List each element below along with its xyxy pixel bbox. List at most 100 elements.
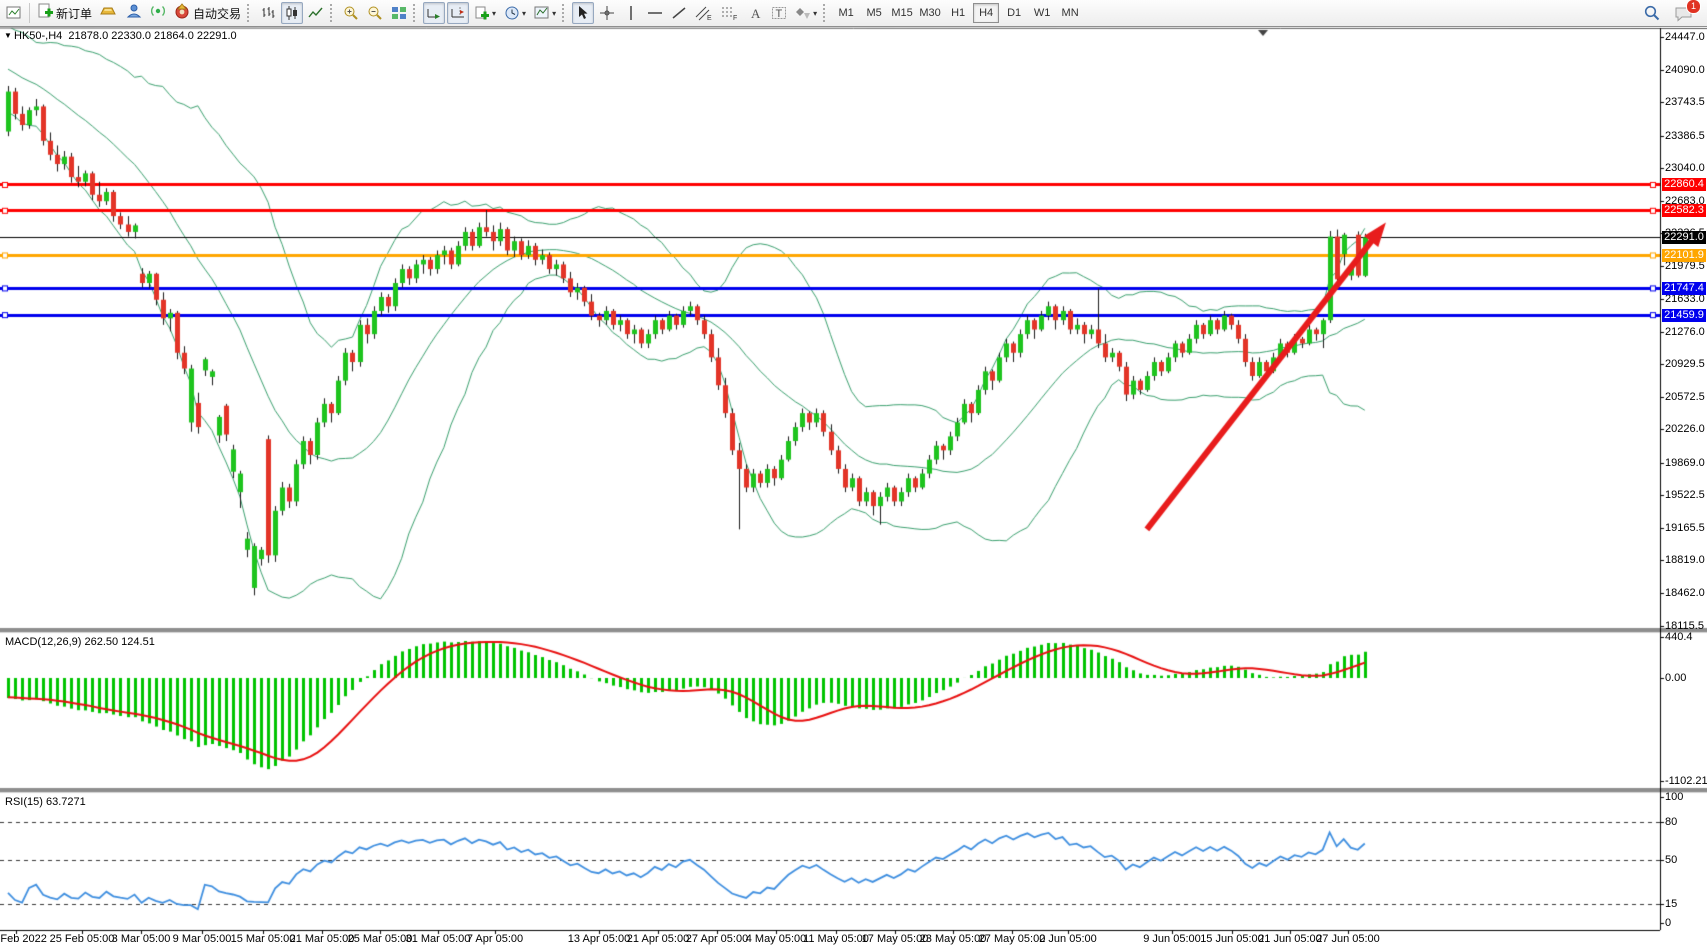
periods-button[interactable]: ▾	[501, 2, 529, 24]
price-axis-tick: 23386.5	[1665, 130, 1705, 142]
new-chart-icon[interactable]	[3, 2, 25, 24]
macd-axis-tick: 0.00	[1665, 672, 1686, 684]
time-axis-label: 27 Apr 05:00	[686, 933, 748, 945]
cursor-button[interactable]	[572, 2, 594, 24]
auto-scroll-button[interactable]	[423, 2, 445, 24]
hline-price-badge: 21459.9	[1662, 309, 1706, 322]
timeframe-m15-button[interactable]: M15	[889, 3, 915, 23]
shapes-button[interactable]: ▾	[792, 2, 820, 24]
time-axis-label: 23 May 05:00	[920, 933, 987, 945]
price-axis-tick: 21276.0	[1665, 326, 1705, 338]
zoom-out-button[interactable]	[364, 2, 386, 24]
price-axis-tick: 20572.5	[1665, 391, 1705, 403]
chart-symbol-period: HK50-,H4	[14, 30, 62, 42]
time-axis-label: 13 Apr 05:00	[568, 933, 630, 945]
hline-price-badge: 22101.9	[1662, 249, 1706, 262]
line-chart-button[interactable]	[305, 2, 327, 24]
time-axis-label: 11 May 05:00	[803, 933, 869, 945]
time-axis-label: 25 Feb 05:00	[50, 933, 115, 945]
timeframe-h1-button[interactable]: H1	[945, 3, 971, 23]
price-chart-canvas[interactable]	[0, 27, 1707, 947]
candle-chart-button[interactable]	[281, 2, 303, 24]
price-axis-tick: 23040.0	[1665, 162, 1705, 174]
timeframe-h4-button[interactable]: H4	[973, 3, 999, 23]
price-axis-tick: 20929.5	[1665, 358, 1705, 370]
timeframe-m5-button[interactable]: M5	[861, 3, 887, 23]
current-price-badge: 22291.0	[1662, 231, 1706, 244]
chevron-down-icon: ▾	[552, 9, 556, 18]
timeframe-mn-button[interactable]: MN	[1057, 3, 1083, 23]
price-axis-tick: 19165.5	[1665, 522, 1705, 534]
crosshair-button[interactable]	[596, 2, 618, 24]
time-axis-label: 21 Apr 05:00	[627, 933, 689, 945]
timeframe-w1-button[interactable]: W1	[1029, 3, 1055, 23]
navigator-button[interactable]	[123, 2, 145, 24]
chart-title: HK50-,H4 21878.0 22330.0 21864.0 22291.0	[14, 30, 237, 42]
bar-chart-button[interactable]	[257, 2, 279, 24]
rsi-axis-tick: 100	[1665, 791, 1683, 803]
time-axis-label: 15 Mar 05:00	[231, 933, 296, 945]
time-axis-label: 9 Jun 05:00	[1143, 933, 1201, 945]
autotrading-label: 自动交易	[193, 5, 241, 22]
rsi-axis-tick: 0	[1665, 917, 1671, 929]
notifications-button[interactable]: 1	[1671, 2, 1696, 24]
svg-text:A: A	[751, 6, 761, 21]
zoom-in-button[interactable]	[340, 2, 362, 24]
vertical-line-button[interactable]	[620, 2, 642, 24]
toolbar-grip	[823, 4, 828, 22]
new-order-label: 新订单	[56, 5, 92, 22]
equidistant-channel-button[interactable]: E	[692, 2, 716, 24]
trendline-button[interactable]	[668, 2, 690, 24]
timeframe-toolbar: M1M5M15M30H1H4D1W1MN	[832, 3, 1084, 23]
time-axis-label: 17 May 05:00	[862, 933, 929, 945]
timeframe-m1-button[interactable]: M1	[833, 3, 859, 23]
hline-price-badge: 21747.4	[1662, 282, 1706, 295]
hline-price-badge: 22860.4	[1662, 178, 1706, 191]
gold-ingot-icon	[100, 3, 118, 24]
new-order-button[interactable]: 新订单	[34, 2, 95, 24]
time-axis-label: 21 Feb 2022	[0, 933, 47, 945]
user-icon	[126, 3, 142, 24]
rsi-indicator-label: RSI(15) 63.7271	[5, 796, 86, 808]
price-axis-tick: 19522.5	[1665, 489, 1705, 501]
time-axis-label: 15 Jun 05:00	[1200, 933, 1264, 945]
timeframe-d1-button[interactable]: D1	[1001, 3, 1027, 23]
search-button[interactable]	[1640, 2, 1664, 24]
notification-badge: 1	[1686, 0, 1701, 14]
toolbar-grip	[330, 4, 335, 22]
macd-axis-tick: 440.4	[1665, 631, 1693, 643]
signal-beacon-icon	[150, 3, 166, 24]
time-axis-label: 3 Mar 05:00	[112, 933, 171, 945]
templates-button[interactable]: ▾	[531, 2, 559, 24]
signals-button[interactable]	[147, 2, 169, 24]
one-click-trading-icon[interactable]: ▼	[4, 31, 12, 40]
text-button[interactable]: A	[744, 2, 766, 24]
svg-text:E: E	[707, 15, 712, 21]
price-axis-tick: 24090.0	[1665, 64, 1705, 76]
toolbar-separator	[29, 3, 30, 23]
chart-shift-button[interactable]	[447, 2, 469, 24]
timeframe-m30-button[interactable]: M30	[917, 3, 943, 23]
toolbar-grip	[562, 4, 567, 22]
svg-text:F: F	[733, 15, 737, 21]
fibonacci-button[interactable]: F	[718, 2, 742, 24]
time-axis-label: 21 Jun 05:00	[1258, 933, 1322, 945]
hline-price-badge: 22582.3	[1662, 204, 1706, 217]
price-axis-tick: 20226.0	[1665, 423, 1705, 435]
time-axis-label: 27 Jun 05:00	[1316, 933, 1380, 945]
chevron-down-icon: ▾	[813, 9, 817, 18]
deposit-gold-button[interactable]	[97, 2, 121, 24]
rsi-axis-tick: 15	[1665, 898, 1677, 910]
time-axis-label: 9 Mar 05:00	[173, 933, 232, 945]
text-label-button[interactable]: T	[768, 2, 790, 24]
tile-windows-button[interactable]	[388, 2, 410, 24]
time-axis-label: 7 Apr 05:00	[467, 933, 523, 945]
horizontal-line-button[interactable]	[644, 2, 666, 24]
mt4-window: 新订单 自动交易	[0, 0, 1707, 947]
autotrading-button[interactable]: 自动交易	[171, 2, 244, 24]
time-axis-label: 25 Mar 05:00	[348, 933, 413, 945]
chevron-down-icon: ▾	[522, 9, 526, 18]
add-indicator-button[interactable]: ▾	[471, 2, 499, 24]
time-axis-label: 31 Mar 05:00	[406, 933, 471, 945]
chart-area[interactable]: ▼ HK50-,H4 21878.0 22330.0 21864.0 22291…	[0, 27, 1707, 947]
